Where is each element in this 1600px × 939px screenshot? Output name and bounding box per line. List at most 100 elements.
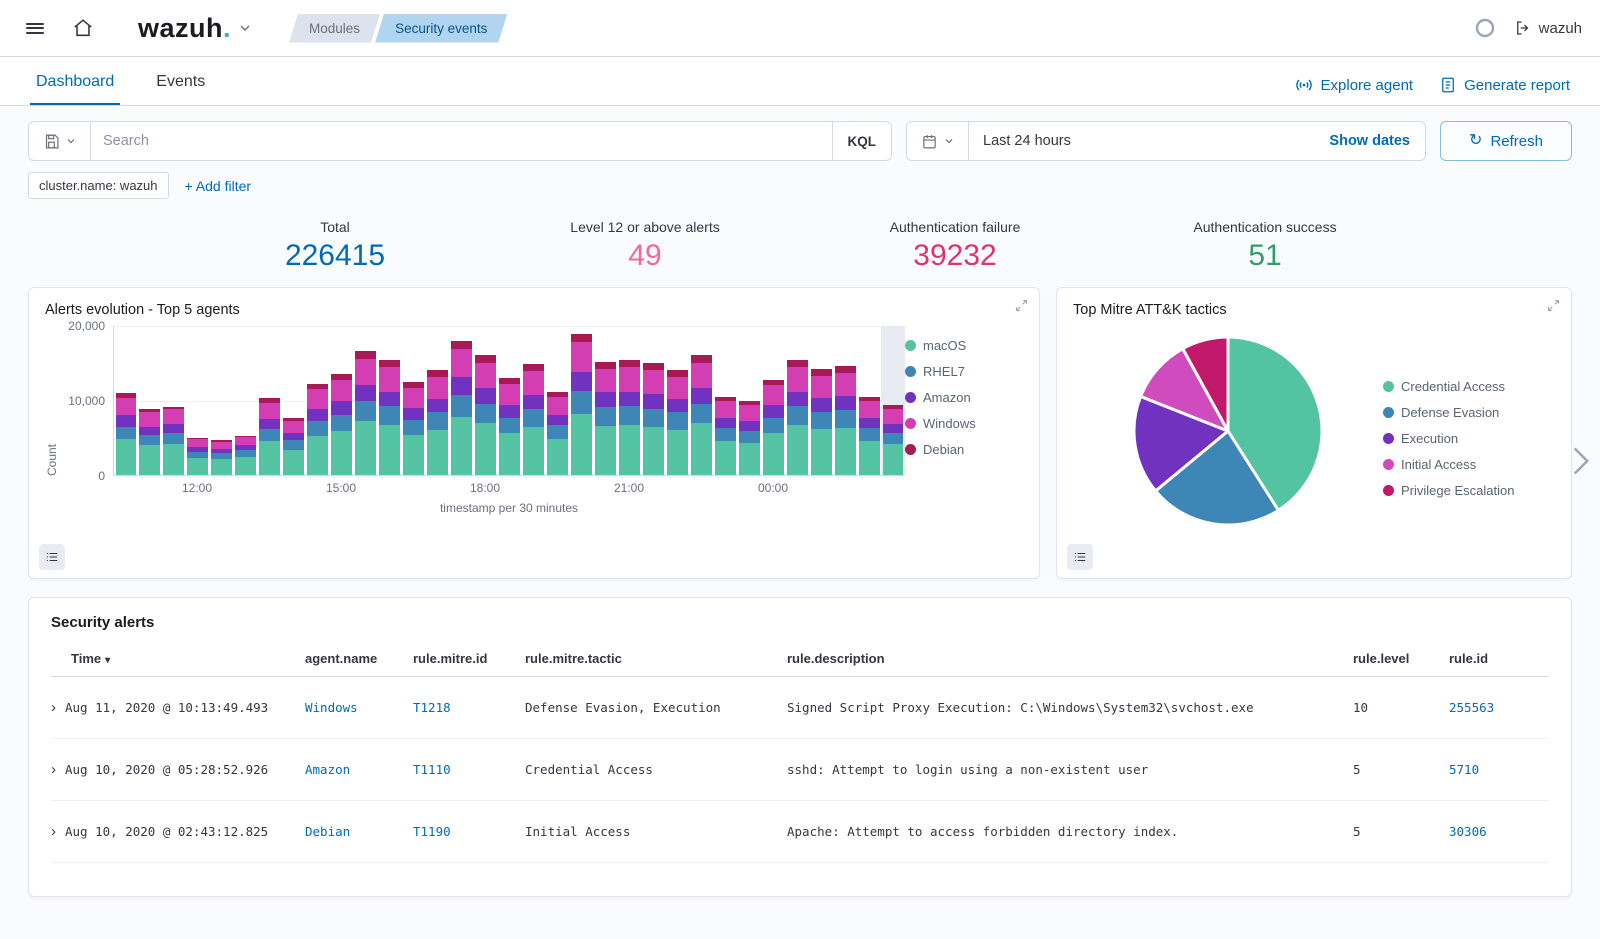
show-dates-button[interactable]: Show dates [1329, 133, 1425, 149]
chevron-down-icon [237, 20, 253, 36]
bar-14:00[interactable] [282, 326, 306, 475]
bar-23:00[interactable] [713, 326, 737, 475]
bar-00:30[interactable] [785, 326, 809, 475]
bar-02:30[interactable] [881, 326, 905, 475]
legend-dot [905, 392, 916, 403]
bar-01:00[interactable] [809, 326, 833, 475]
time-picker-calendar-button[interactable] [907, 122, 969, 160]
query-bar: KQL Last 24 hours Show dates ↻ Refresh [28, 121, 1572, 161]
column-header-agent-name[interactable]: agent.name [305, 651, 413, 666]
expand-panel-icon[interactable] [1546, 298, 1561, 313]
legend-item-windows[interactable]: Windows [905, 416, 1023, 431]
home-icon[interactable] [66, 11, 100, 45]
tab-events[interactable]: Events [150, 61, 211, 105]
time-value: Aug 10, 2020 @ 05:28:52.926 [65, 762, 268, 777]
expand-row-icon[interactable]: › [51, 824, 56, 839]
export-icon [1514, 19, 1532, 37]
bar-22:00[interactable] [665, 326, 689, 475]
breadcrumb-security-events[interactable]: Security events [375, 14, 507, 43]
saved-queries-button[interactable] [29, 122, 91, 160]
bar-21:30[interactable] [641, 326, 665, 475]
bar-15:00[interactable] [330, 326, 354, 475]
column-header-rule-description[interactable]: rule.description [787, 651, 1353, 666]
bar-00:00[interactable] [761, 326, 785, 475]
bar-19:00[interactable] [521, 326, 545, 475]
column-header-rule-mitre-tactic[interactable]: rule.mitre.tactic [525, 651, 787, 666]
expand-row-icon[interactable]: › [51, 700, 56, 715]
bar-11:00[interactable] [138, 326, 162, 475]
legend-item-amazon[interactable]: Amazon [905, 390, 1023, 405]
stat-authentication-success: Authentication success51 [1185, 219, 1345, 273]
bar-11:30[interactable] [162, 326, 186, 475]
filter-chip-cluster-name[interactable]: cluster.name: wazuh [28, 172, 169, 199]
add-filter-button[interactable]: + Add filter [185, 178, 252, 194]
bar-14:30[interactable] [306, 326, 330, 475]
stat-value: 49 [565, 239, 725, 273]
expand-row-icon[interactable]: › [51, 762, 56, 777]
column-header-rule-mitre-id[interactable]: rule.mitre.id [413, 651, 525, 666]
bar-17:30[interactable] [450, 326, 474, 475]
stats-row: Total226415Level 12 or above alerts49Aut… [28, 219, 1572, 273]
bar-10:30[interactable] [114, 326, 138, 475]
menu-icon[interactable] [18, 11, 52, 45]
bar-13:30[interactable] [258, 326, 282, 475]
bar-13:00[interactable] [234, 326, 258, 475]
bar-02:00[interactable] [857, 326, 881, 475]
bar-16:00[interactable] [378, 326, 402, 475]
legend-item-initial-access[interactable]: Initial Access [1383, 457, 1555, 472]
flyout-chevron-icon[interactable] [1566, 442, 1596, 480]
cell-mitre-id[interactable]: T1218 [413, 700, 525, 715]
tab-dashboard[interactable]: Dashboard [30, 61, 120, 105]
legend-item-privilege-escalation[interactable]: Privilege Escalation [1383, 483, 1555, 498]
column-header-rule-level[interactable]: rule.level [1353, 651, 1449, 666]
bar-15:30[interactable] [354, 326, 378, 475]
bar-20:00[interactable] [569, 326, 593, 475]
bar-23:30[interactable] [737, 326, 761, 475]
legend-dot [905, 418, 916, 429]
column-header-rule-id[interactable]: rule.id [1449, 651, 1549, 666]
cell-agent-name[interactable]: Windows [305, 700, 413, 715]
bar-20:30[interactable] [593, 326, 617, 475]
panel-options-icon[interactable] [1067, 544, 1093, 570]
bar-18:00[interactable] [474, 326, 498, 475]
legend-item-credential-access[interactable]: Credential Access [1383, 379, 1555, 394]
pie-chart[interactable] [1119, 322, 1337, 540]
bar-19:30[interactable] [545, 326, 569, 475]
bar-01:30[interactable] [833, 326, 857, 475]
column-header-time[interactable]: Time▾ [51, 651, 305, 666]
bar-16:30[interactable] [402, 326, 426, 475]
legend-item-execution[interactable]: Execution [1383, 431, 1555, 446]
bar-chart[interactable] [113, 326, 905, 476]
bar-18:30[interactable] [498, 326, 522, 475]
cell-rule-id[interactable]: 5710 [1449, 762, 1549, 777]
cell-rule-id[interactable]: 30306 [1449, 824, 1549, 839]
space-ring-icon[interactable] [1474, 17, 1496, 39]
cell-agent-name[interactable]: Debian [305, 824, 413, 839]
bar-17:00[interactable] [426, 326, 450, 475]
cell-agent-name[interactable]: Amazon [305, 762, 413, 777]
panel-options-icon[interactable] [39, 544, 65, 570]
wazuh-logo-menu[interactable]: wazuh. [114, 13, 253, 44]
legend-item-debian[interactable]: Debian [905, 442, 1023, 457]
legend-item-macos[interactable]: macOS [905, 338, 1023, 353]
cell-mitre-id[interactable]: T1110 [413, 762, 525, 777]
expand-panel-icon[interactable] [1014, 298, 1029, 313]
cell-mitre-id[interactable]: T1190 [413, 824, 525, 839]
bar-22:30[interactable] [689, 326, 713, 475]
user-menu[interactable]: wazuh [1514, 19, 1582, 37]
bar-21:00[interactable] [617, 326, 641, 475]
legend-item-rhel7[interactable]: RHEL7 [905, 364, 1023, 379]
kql-toggle[interactable]: KQL [832, 122, 892, 160]
bar-12:30[interactable] [210, 326, 234, 475]
bar-12:00[interactable] [186, 326, 210, 475]
generate-report-button[interactable]: Generate report [1439, 76, 1570, 94]
cell-rule-id[interactable]: 255563 [1449, 700, 1549, 715]
search-input[interactable] [91, 133, 832, 149]
breadcrumb-modules[interactable]: Modules [289, 14, 380, 43]
cell-time: ›Aug 11, 2020 @ 10:13:49.493 [51, 700, 305, 715]
time-range-value[interactable]: Last 24 hours [969, 133, 1071, 149]
explore-agent-button[interactable]: Explore agent [1294, 75, 1414, 95]
legend-item-defense-evasion[interactable]: Defense Evasion [1383, 405, 1555, 420]
refresh-button[interactable]: ↻ Refresh [1440, 121, 1572, 161]
security-alerts-panel: Security alerts Time▾agent.namerule.mitr… [28, 597, 1572, 897]
